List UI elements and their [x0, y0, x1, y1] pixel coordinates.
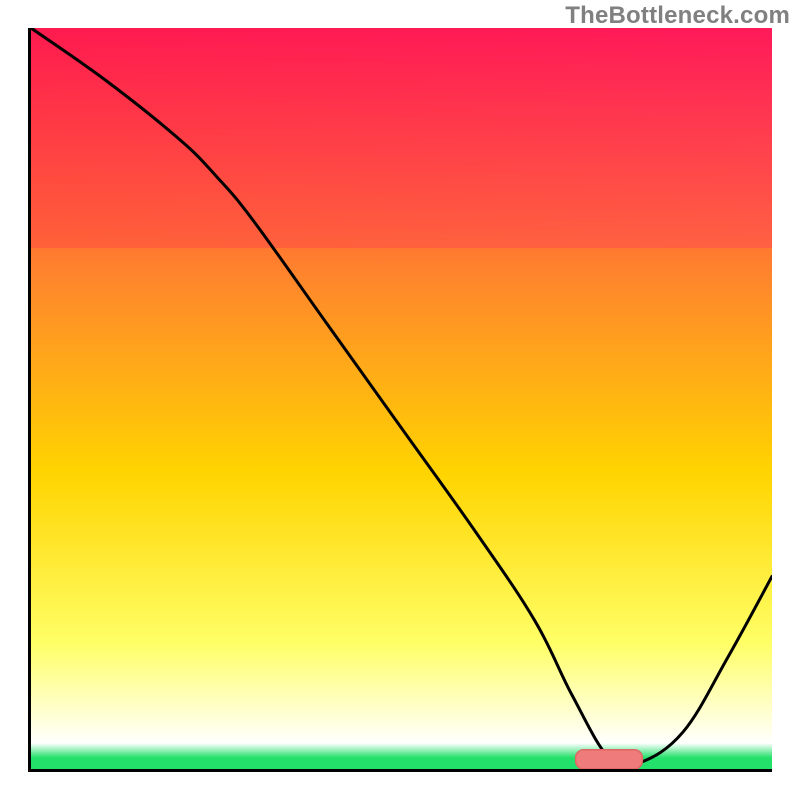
- top-hue-overlay: [31, 28, 772, 248]
- plot-area: [31, 28, 772, 769]
- chart-root: TheBottleneck.com: [0, 0, 800, 800]
- optimal-range-marker: [576, 750, 643, 769]
- chart-svg: [31, 28, 772, 769]
- watermark-text: TheBottleneck.com: [565, 2, 790, 30]
